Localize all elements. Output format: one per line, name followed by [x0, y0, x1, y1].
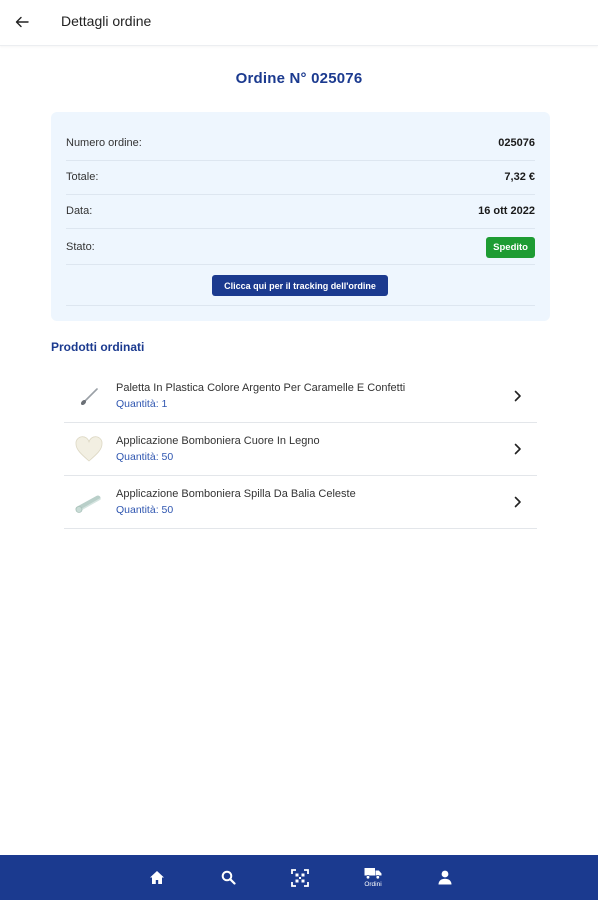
- product-quantity: Quantità: 50: [116, 504, 174, 516]
- safety-pin-icon: [75, 495, 101, 513]
- product-quantity: Quantità: 1: [116, 398, 168, 410]
- status-badge: Spedito: [486, 236, 535, 258]
- product-quantity: Quantità: 50: [116, 451, 174, 463]
- product-name: Paletta In Plastica Colore Argento Per C…: [116, 382, 406, 394]
- product-item[interactable]: Applicazione Bomboniera Spilla Da Balia …: [64, 476, 537, 529]
- nav-scan[interactable]: [280, 855, 320, 900]
- order-number-row: Numero ordine: 025076: [66, 126, 535, 161]
- product-name: Applicazione Bomboniera Spilla Da Balia …: [116, 488, 356, 500]
- product-thumbnail: [73, 433, 105, 465]
- nav-orders[interactable]: Ordini: [353, 855, 393, 900]
- app-bar: Dettagli ordine: [0, 0, 598, 46]
- arrow-left-icon: [15, 16, 29, 28]
- date-label: Data:: [66, 205, 93, 217]
- total-row: Totale: 7,32 €: [66, 160, 535, 195]
- product-item[interactable]: Paletta In Plastica Colore Argento Per C…: [64, 370, 537, 423]
- nav-orders-label: Ordini: [364, 881, 382, 888]
- order-number-label: Numero ordine:: [66, 137, 142, 149]
- chevron-right-icon: [511, 441, 525, 457]
- status-row: Stato: Spedito: [66, 230, 535, 265]
- order-number-heading: Ordine N° 025076: [235, 70, 363, 87]
- nav-profile[interactable]: [425, 855, 465, 900]
- product-thumbnail: [73, 486, 105, 518]
- chevron-right-icon: [511, 388, 525, 404]
- product-name: Applicazione Bomboniera Cuore In Legno: [116, 435, 320, 447]
- date-row: Data: 16 ott 2022: [66, 194, 535, 229]
- chevron-right-icon: [511, 494, 525, 510]
- order-summary-card: Numero ordine: 025076 Totale: 7,32 € Dat…: [51, 112, 550, 321]
- nav-search[interactable]: [208, 855, 248, 900]
- date-value: 16 ott 2022: [478, 205, 535, 217]
- user-icon: [438, 870, 452, 885]
- search-icon: [221, 870, 236, 885]
- bottom-navigation: Ordini: [0, 855, 598, 900]
- back-button[interactable]: [10, 10, 34, 34]
- scan-icon: [291, 868, 309, 887]
- divider: [66, 305, 535, 306]
- products-section-title: Prodotti ordinati: [51, 340, 145, 354]
- total-value: 7,32 €: [504, 171, 535, 183]
- order-number-value: 025076: [498, 137, 535, 149]
- tracking-button[interactable]: Clicca qui per il tracking dell'ordine: [212, 275, 388, 296]
- page-title: Dettagli ordine: [61, 13, 152, 29]
- spoon-icon: [80, 388, 98, 406]
- heart-icon: [75, 436, 103, 462]
- home-icon: [150, 871, 164, 884]
- product-thumbnail: [73, 380, 105, 412]
- product-item[interactable]: Applicazione Bomboniera Cuore In Legno Q…: [64, 423, 537, 476]
- truck-icon: [364, 868, 382, 880]
- nav-home[interactable]: [137, 855, 177, 900]
- status-label: Stato:: [66, 241, 95, 253]
- total-label: Totale:: [66, 171, 99, 183]
